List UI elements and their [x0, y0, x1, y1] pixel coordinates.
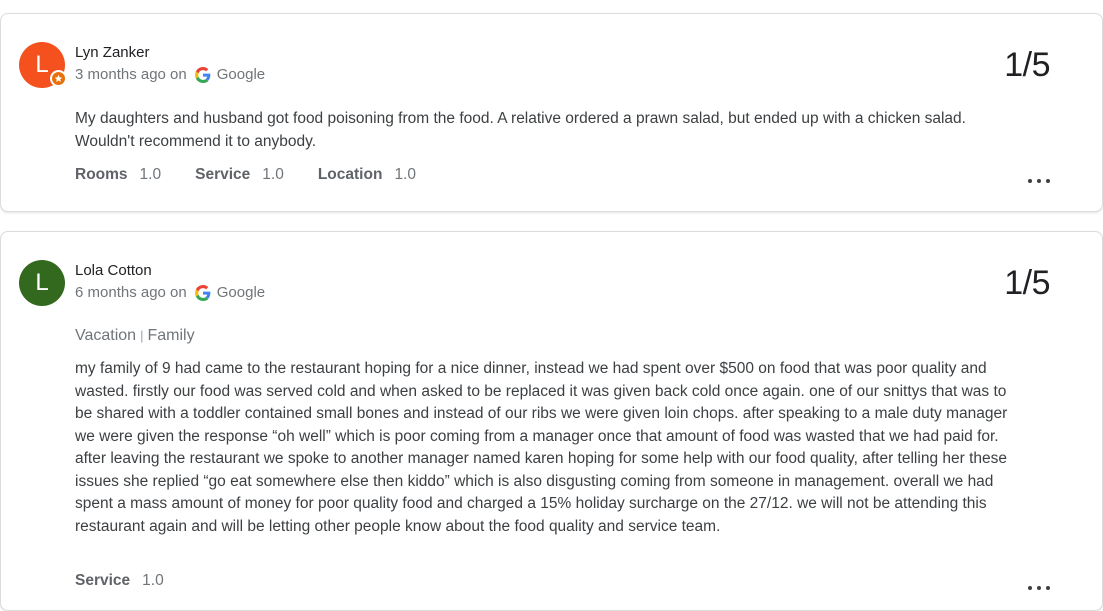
rating-label-service: Service: [195, 166, 251, 183]
reviewer-name[interactable]: Lyn Zanker: [75, 44, 149, 61]
rating-value-service: 1.0: [142, 572, 164, 589]
rating-value-rooms: 1.0: [139, 166, 162, 183]
rating-label-location: Location: [317, 166, 383, 183]
review-date: 3 months ago on: [75, 66, 187, 83]
review-source: Google: [216, 66, 266, 83]
review-meta: 3 months ago on Google: [75, 66, 265, 83]
review-score: 1/5: [1004, 264, 1050, 302]
review-source: Google: [216, 284, 266, 301]
review-meta: 6 months ago on Google: [75, 284, 265, 301]
avatar-initial: L: [35, 269, 49, 296]
more-options-icon[interactable]: [1028, 176, 1050, 186]
trip-group: Family: [147, 327, 195, 344]
review-text: my family of 9 had came to the restauran…: [75, 360, 1008, 535]
review-card: L Lola Cotton 6 months ago on Google 1/5…: [0, 231, 1103, 611]
review-score: 1/5: [1004, 46, 1050, 84]
avatar[interactable]: L: [19, 42, 67, 88]
review-text: My daughters and husband got food poison…: [75, 110, 966, 150]
review-date: 6 months ago on: [75, 284, 187, 301]
more-options-icon[interactable]: [1028, 583, 1050, 593]
google-icon: [194, 66, 211, 83]
review-ratings: Service 1.0: [75, 572, 198, 590]
trip-separator: |: [140, 328, 144, 343]
reviewer-name[interactable]: Lola Cotton: [75, 262, 152, 279]
rating-value-location: 1.0: [394, 166, 416, 183]
trip-info: Vacation | Family: [75, 327, 195, 345]
avatar-initial: L: [35, 51, 49, 78]
review-card: L Lyn Zanker 3 months ago on Google 1/5 …: [0, 13, 1103, 212]
google-icon: [194, 284, 211, 301]
rating-label-rooms: Rooms: [75, 166, 128, 183]
local-guide-badge-icon: [50, 70, 67, 87]
avatar[interactable]: L: [19, 260, 65, 306]
rating-label-service: Service: [75, 572, 131, 589]
trip-type: Vacation: [75, 327, 137, 344]
review-ratings: Rooms 1.0 Service 1.0 Location 1.0: [75, 166, 450, 184]
rating-value-service: 1.0: [262, 166, 284, 183]
